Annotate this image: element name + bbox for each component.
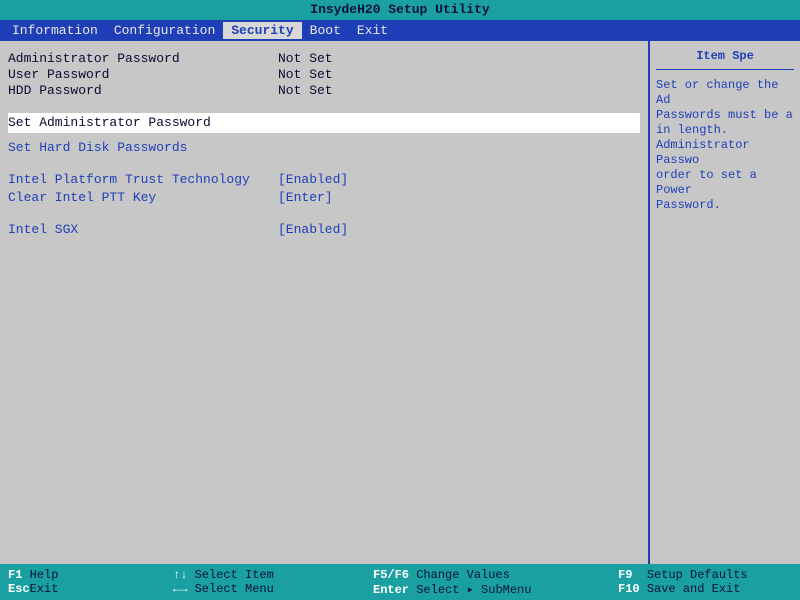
footer-change-values: F5/F6 Change Values [373,568,602,582]
footer-bar: F1 Help EscExit ↑↓ Select Item ←→ Select… [0,564,800,600]
bios-screen: InsydeH20 Setup Utility Information Conf… [0,0,800,600]
status-label: User Password [8,67,278,83]
utility-title: InsydeH20 Setup Utility [310,2,489,17]
option-value: [Enter] [278,189,333,207]
footer-select-menu: ←→ Select Menu [173,582,357,596]
status-value: Not Set [278,83,333,99]
footer-save-exit: F10 Save and Exit [618,582,792,596]
status-value: Not Set [278,67,333,83]
menu-exit[interactable]: Exit [349,22,396,39]
option-intel-ptt[interactable]: Intel Platform Trust Technology [Enabled… [8,171,640,189]
footer-select-item: ↑↓ Select Item [173,568,357,582]
option-value: [Enabled] [278,221,348,239]
status-value: Not Set [278,51,333,67]
action-set-admin-password[interactable]: Set Administrator Password [8,113,640,133]
footer-col-2: ↑↓ Select Item ←→ Select Menu [165,564,365,600]
body: Administrator Password Not Set User Pass… [0,40,800,564]
footer-col-3: F5/F6 Change Values Enter Select ▸ SubMe… [365,564,610,600]
main-pane: Administrator Password Not Set User Pass… [0,41,650,564]
key-f10: F10 [618,582,640,596]
footer-col-4: F9 Setup Defaults F10 Save and Exit [610,564,800,600]
option-label: Intel SGX [8,221,278,239]
status-admin-password: Administrator Password Not Set [8,51,640,67]
title-bar: InsydeH20 Setup Utility [0,0,800,20]
option-label: Set Hard Disk Passwords [8,139,278,157]
help-body: Set or change the Ad Passwords must be a… [656,78,794,213]
key-updown: ↑↓ [173,568,187,582]
footer-setup-defaults: F9 Setup Defaults [618,568,792,582]
menu-information[interactable]: Information [4,22,106,39]
option-value: [Enabled] [278,171,348,189]
status-hdd-password: HDD Password Not Set [8,83,640,99]
status-label: Administrator Password [8,51,278,67]
key-enter: Enter [373,583,409,597]
option-label: Clear Intel PTT Key [8,189,278,207]
key-leftright: ←→ [173,582,187,596]
menu-configuration[interactable]: Configuration [106,22,223,39]
footer-col-1: F1 Help EscExit [0,564,165,600]
key-f5f6: F5/F6 [373,568,409,582]
status-user-password: User Password Not Set [8,67,640,83]
key-esc: Esc [8,582,30,596]
menu-security[interactable]: Security [223,22,301,39]
option-clear-ptt-key[interactable]: Clear Intel PTT Key [Enter] [8,189,640,207]
key-f9: F9 [618,568,632,582]
option-label: Intel Platform Trust Technology [8,171,278,189]
footer-exit: EscExit [8,582,157,596]
help-pane: Item Spe Set or change the Ad Passwords … [650,41,800,564]
menu-bar: Information Configuration Security Boot … [0,20,800,40]
option-intel-sgx[interactable]: Intel SGX [Enabled] [8,221,640,239]
footer-help: F1 Help [8,568,157,582]
action-set-hdd-passwords[interactable]: Set Hard Disk Passwords [8,139,640,157]
help-title: Item Spe [656,49,794,70]
footer-select-submenu: Enter Select ▸ SubMenu [373,582,602,597]
status-label: HDD Password [8,83,278,99]
key-f1: F1 [8,568,22,582]
option-label: Set Administrator Password [8,114,278,132]
menu-boot[interactable]: Boot [302,22,349,39]
